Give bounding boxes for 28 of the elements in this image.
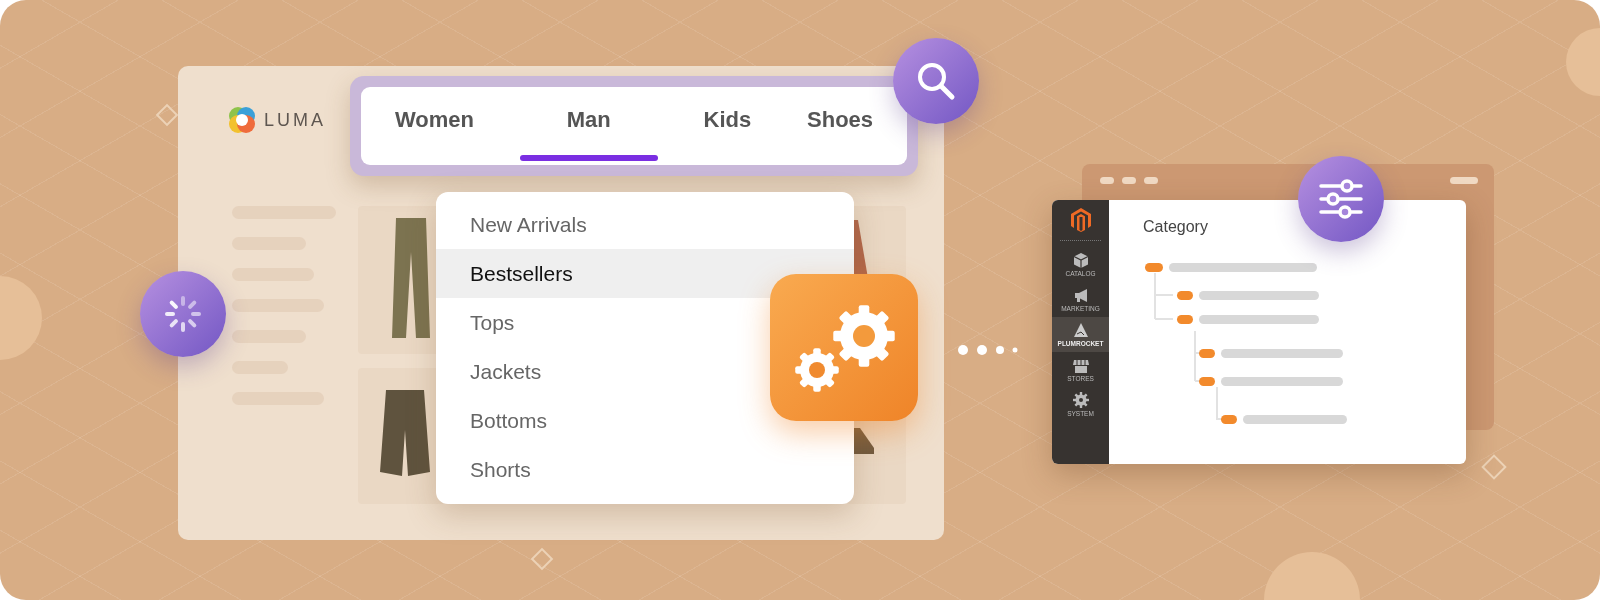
menu-item[interactable]: New Arrivals [460,200,597,249]
section-heading: Category [1143,218,1209,236]
search-icon [916,61,956,101]
settings-icon [1319,179,1363,219]
store-icon [1072,357,1089,373]
menu-item[interactable]: Jackets [460,347,552,396]
nav-tab[interactable]: Man [519,87,658,165]
diamond-shape [530,547,554,571]
logo-icon [1070,208,1091,232]
menu-item[interactable]: Bottoms [460,396,558,445]
gear-icon [1072,392,1089,408]
pyramid-icon [1072,322,1089,338]
settings-tile[interactable] [770,274,918,421]
logo-icon [228,106,256,134]
diamond-shape [155,103,179,127]
loading-icon [163,294,203,334]
dots-drawing [958,345,1018,355]
menu-item[interactable]: Shorts [460,445,541,494]
search-button[interactable] [893,38,979,124]
nav-tab[interactable]: Kids [693,87,762,165]
box-icon [1072,252,1089,268]
nav-tab[interactable]: Shoes [797,87,884,165]
logo-text: LUMA [264,109,326,131]
menu-item[interactable]: Tops [460,298,525,347]
diamond-shape [1481,454,1507,480]
nav-tab[interactable]: Women [384,87,484,165]
window-bar [1450,177,1478,184]
megaphone-icon [1072,287,1089,303]
